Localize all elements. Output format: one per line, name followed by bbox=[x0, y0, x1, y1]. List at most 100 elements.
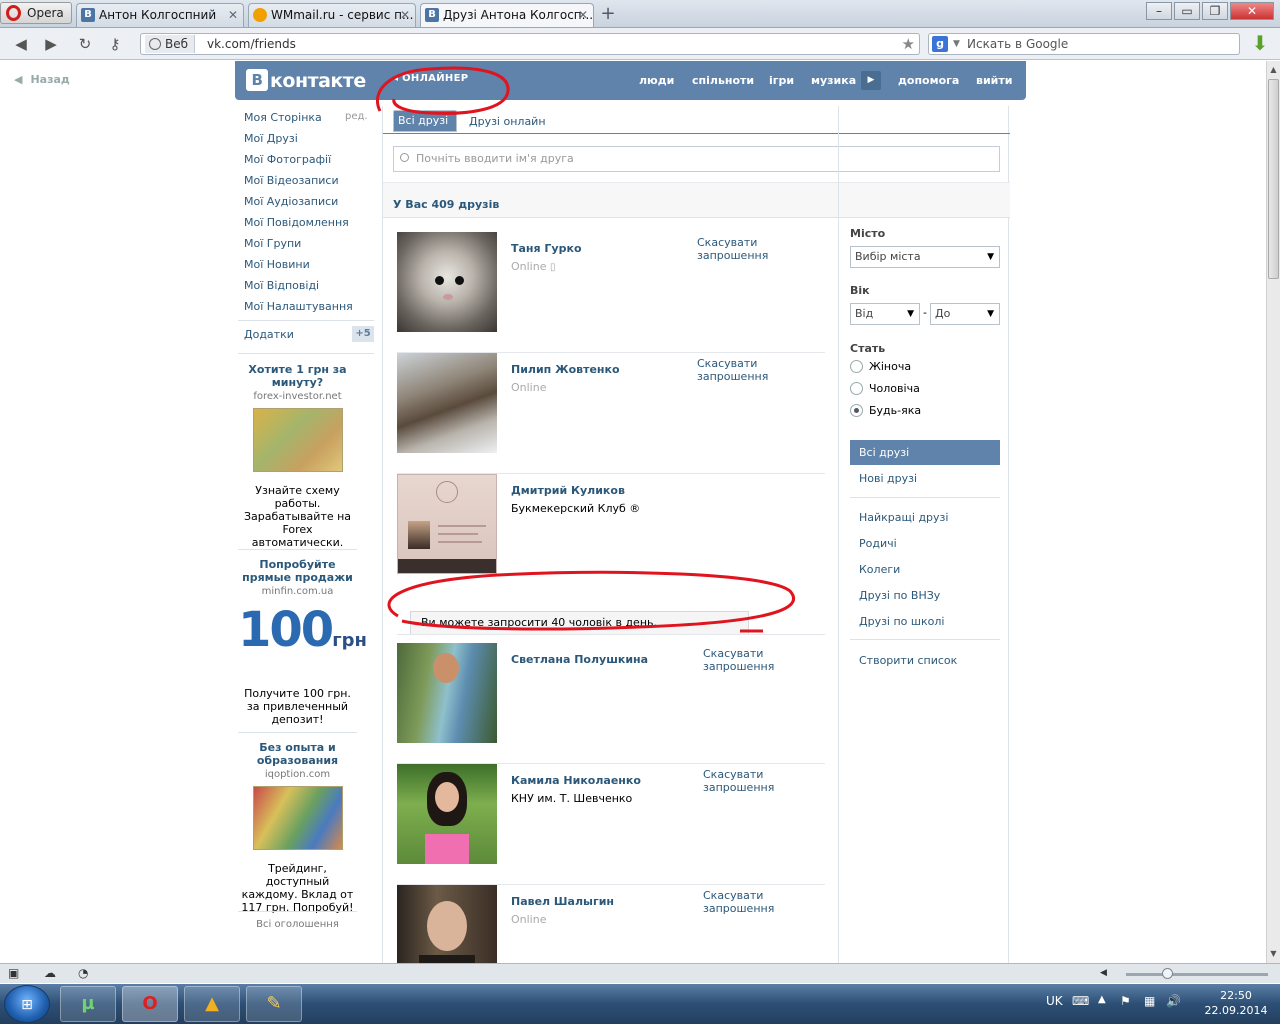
friend-name[interactable]: Камила Николаенко bbox=[511, 774, 641, 787]
volume-icon[interactable]: 🔊 bbox=[1166, 994, 1181, 1008]
vk-logo[interactable]: Bконтакте bbox=[246, 69, 366, 93]
zoom-slider[interactable] bbox=[1126, 968, 1268, 979]
list-relatives[interactable]: Родичі bbox=[850, 531, 1000, 556]
cancel-invite-link[interactable]: Скасувати запрошення bbox=[697, 236, 825, 262]
list-school-friends[interactable]: Друзі по школі bbox=[850, 609, 1000, 634]
tab-3-active[interactable]: B Друзі Антона Колгосп... ✕ bbox=[420, 3, 594, 27]
friend-name[interactable]: Таня Гурко bbox=[511, 242, 582, 255]
age-from-select[interactable]: Від ▼ bbox=[850, 303, 920, 325]
ad-3[interactable]: Без опыта и образования iqoption.com Тре… bbox=[238, 741, 357, 914]
scroll-thumb[interactable] bbox=[1268, 79, 1279, 279]
cancel-invite-link[interactable]: Скасувати запрошення bbox=[703, 889, 793, 915]
ad-100-image[interactable]: 100грн bbox=[238, 605, 367, 675]
keyboard-icon[interactable]: ⌨ bbox=[1072, 994, 1089, 1008]
tab-all-friends[interactable]: Всі друзі bbox=[393, 110, 458, 132]
panel-toggle-icon[interactable]: ▣ bbox=[8, 966, 19, 980]
ad-title[interactable]: Попробуйте прямые продажи bbox=[238, 558, 357, 584]
radio-male[interactable]: Чоловіча bbox=[850, 382, 920, 395]
city-select[interactable]: Вибір міста ▼ bbox=[850, 246, 1000, 268]
list-colleagues[interactable]: Колеги bbox=[850, 557, 1000, 582]
cancel-invite-link[interactable]: Скасувати запрошення bbox=[703, 647, 793, 673]
opera-taskbar-icon[interactable]: O bbox=[122, 986, 178, 1022]
start-button[interactable]: ⊞ bbox=[4, 985, 50, 1023]
address-field[interactable]: Веб vk.com/friends ★ bbox=[140, 33, 920, 55]
search-field[interactable]: g ▼ Искать в Google bbox=[928, 33, 1240, 55]
list-best-friends[interactable]: Найкращі друзі bbox=[850, 505, 1000, 530]
tab-overview-icon[interactable]: ▭ bbox=[1174, 2, 1200, 20]
menu-my-messages[interactable]: Мої Повідомлення bbox=[244, 216, 349, 229]
menu-my-groups[interactable]: Мої Групи bbox=[244, 237, 301, 250]
scroll-down-icon[interactable]: ▼ bbox=[1268, 947, 1279, 961]
ad-banknote-image[interactable] bbox=[252, 408, 343, 472]
friend-photo[interactable] bbox=[397, 353, 497, 453]
vertical-scrollbar[interactable]: ▲ ▼ bbox=[1266, 61, 1280, 963]
opera-menu-button[interactable]: Opera bbox=[0, 2, 72, 24]
friend-name[interactable]: Пилип Жовтенко bbox=[511, 363, 620, 376]
menu-my-news[interactable]: Мої Новини bbox=[244, 258, 310, 271]
back-link[interactable]: ◀ Назад bbox=[14, 73, 78, 86]
menu-my-friends[interactable]: Мої Друзі bbox=[244, 132, 298, 145]
nav-music[interactable]: музика bbox=[811, 74, 856, 87]
menu-my-answers[interactable]: Мої Відповіді bbox=[244, 279, 319, 292]
friend-name[interactable]: Дмитрий Куликов bbox=[511, 484, 625, 497]
cancel-invite-link[interactable]: Скасувати запрошення bbox=[703, 768, 793, 794]
list-university-friends[interactable]: Друзі по ВНЗу bbox=[850, 583, 1000, 608]
menu-my-page[interactable]: Моя Сторінка bbox=[244, 111, 322, 124]
close-window-icon[interactable]: ✕ bbox=[1230, 2, 1274, 20]
age-to-select[interactable]: До ▼ bbox=[930, 303, 1000, 325]
tab-1[interactable]: B Антон Колгоспний ✕ bbox=[76, 3, 244, 27]
online-button[interactable]: ◂ ОНЛАЙНЕР bbox=[393, 73, 468, 84]
reload-icon[interactable]: ↻ bbox=[74, 34, 96, 54]
music-play-icon[interactable]: ▶ bbox=[861, 71, 881, 90]
close-tab-icon[interactable]: ✕ bbox=[578, 4, 588, 26]
tab-friends-online[interactable]: Друзі онлайн bbox=[461, 110, 554, 134]
friend-photo[interactable] bbox=[397, 885, 497, 963]
close-tab-icon[interactable]: ✕ bbox=[400, 4, 410, 26]
back-icon[interactable]: ◀ bbox=[10, 34, 32, 54]
aimp-taskbar-icon[interactable]: ▲ bbox=[184, 986, 240, 1022]
nav-logout[interactable]: вийти bbox=[976, 74, 1012, 87]
cloud-icon[interactable]: ☁ bbox=[44, 966, 56, 980]
close-tab-icon[interactable]: ✕ bbox=[228, 4, 238, 26]
network-icon[interactable]: ▦ bbox=[1144, 994, 1155, 1008]
ad-1[interactable]: Хотите 1 грн за минуту? forex-investor.n… bbox=[238, 363, 357, 549]
tab-2[interactable]: WMmail.ru - сервис п... ✕ bbox=[248, 3, 416, 27]
minimize-icon[interactable]: – bbox=[1146, 2, 1172, 20]
friend-photo[interactable] bbox=[397, 643, 497, 743]
all-ads-link[interactable]: Всі оголошення bbox=[238, 919, 357, 930]
tray-expand-icon[interactable]: ▲ bbox=[1098, 994, 1106, 1005]
friend-name[interactable]: Светлана Полушкина bbox=[511, 653, 648, 666]
menu-my-audio[interactable]: Мої Аудіозаписи bbox=[244, 195, 338, 208]
zoom-out-icon[interactable]: ◀ bbox=[1100, 968, 1107, 978]
nav-communities[interactable]: спільноти bbox=[692, 74, 754, 87]
ad-title[interactable]: Хотите 1 грн за минуту? bbox=[238, 363, 357, 389]
menu-my-videos[interactable]: Мої Відеозаписи bbox=[244, 174, 339, 187]
restore-icon[interactable]: ❐ bbox=[1202, 2, 1228, 20]
list-new-friends[interactable]: Нові друзі bbox=[850, 466, 1000, 491]
scroll-up-icon[interactable]: ▲ bbox=[1268, 63, 1279, 77]
new-tab-icon[interactable]: + bbox=[598, 5, 618, 25]
search-engine-dropdown-icon[interactable]: ▼ bbox=[953, 34, 960, 54]
flag-icon[interactable]: ⚑ bbox=[1120, 994, 1131, 1008]
menu-my-photos[interactable]: Мої Фотографії bbox=[244, 153, 331, 166]
friend-photo[interactable] bbox=[397, 474, 497, 574]
edit-link[interactable]: ред. bbox=[345, 111, 368, 122]
ad-2[interactable]: Попробуйте прямые продажи minfin.com.ua … bbox=[238, 558, 367, 726]
zoom-handle[interactable] bbox=[1162, 968, 1173, 979]
ad-title[interactable]: Без опыта и образования bbox=[238, 741, 357, 767]
friend-photo[interactable] bbox=[397, 232, 497, 332]
friend-photo[interactable] bbox=[397, 764, 497, 864]
language-indicator[interactable]: UK bbox=[1046, 994, 1063, 1008]
bookmark-star-icon[interactable]: ★ bbox=[902, 34, 915, 54]
radio-any[interactable]: Будь-яка bbox=[850, 404, 921, 417]
radio-female[interactable]: Жіноча bbox=[850, 360, 911, 373]
list-all-friends[interactable]: Всі друзі bbox=[850, 440, 1000, 465]
ad-money-image[interactable] bbox=[252, 786, 343, 850]
paint-taskbar-icon[interactable]: ✎ bbox=[246, 986, 302, 1022]
speed-dial-icon[interactable]: ◔ bbox=[78, 966, 88, 980]
cancel-invite-link[interactable]: Скасувати запрошення bbox=[697, 357, 825, 383]
nav-people[interactable]: люди bbox=[639, 74, 674, 87]
nav-help[interactable]: допомога bbox=[898, 74, 959, 87]
key-icon[interactable]: ⚷ bbox=[104, 34, 126, 54]
friend-name[interactable]: Павел Шалыгин bbox=[511, 895, 614, 908]
